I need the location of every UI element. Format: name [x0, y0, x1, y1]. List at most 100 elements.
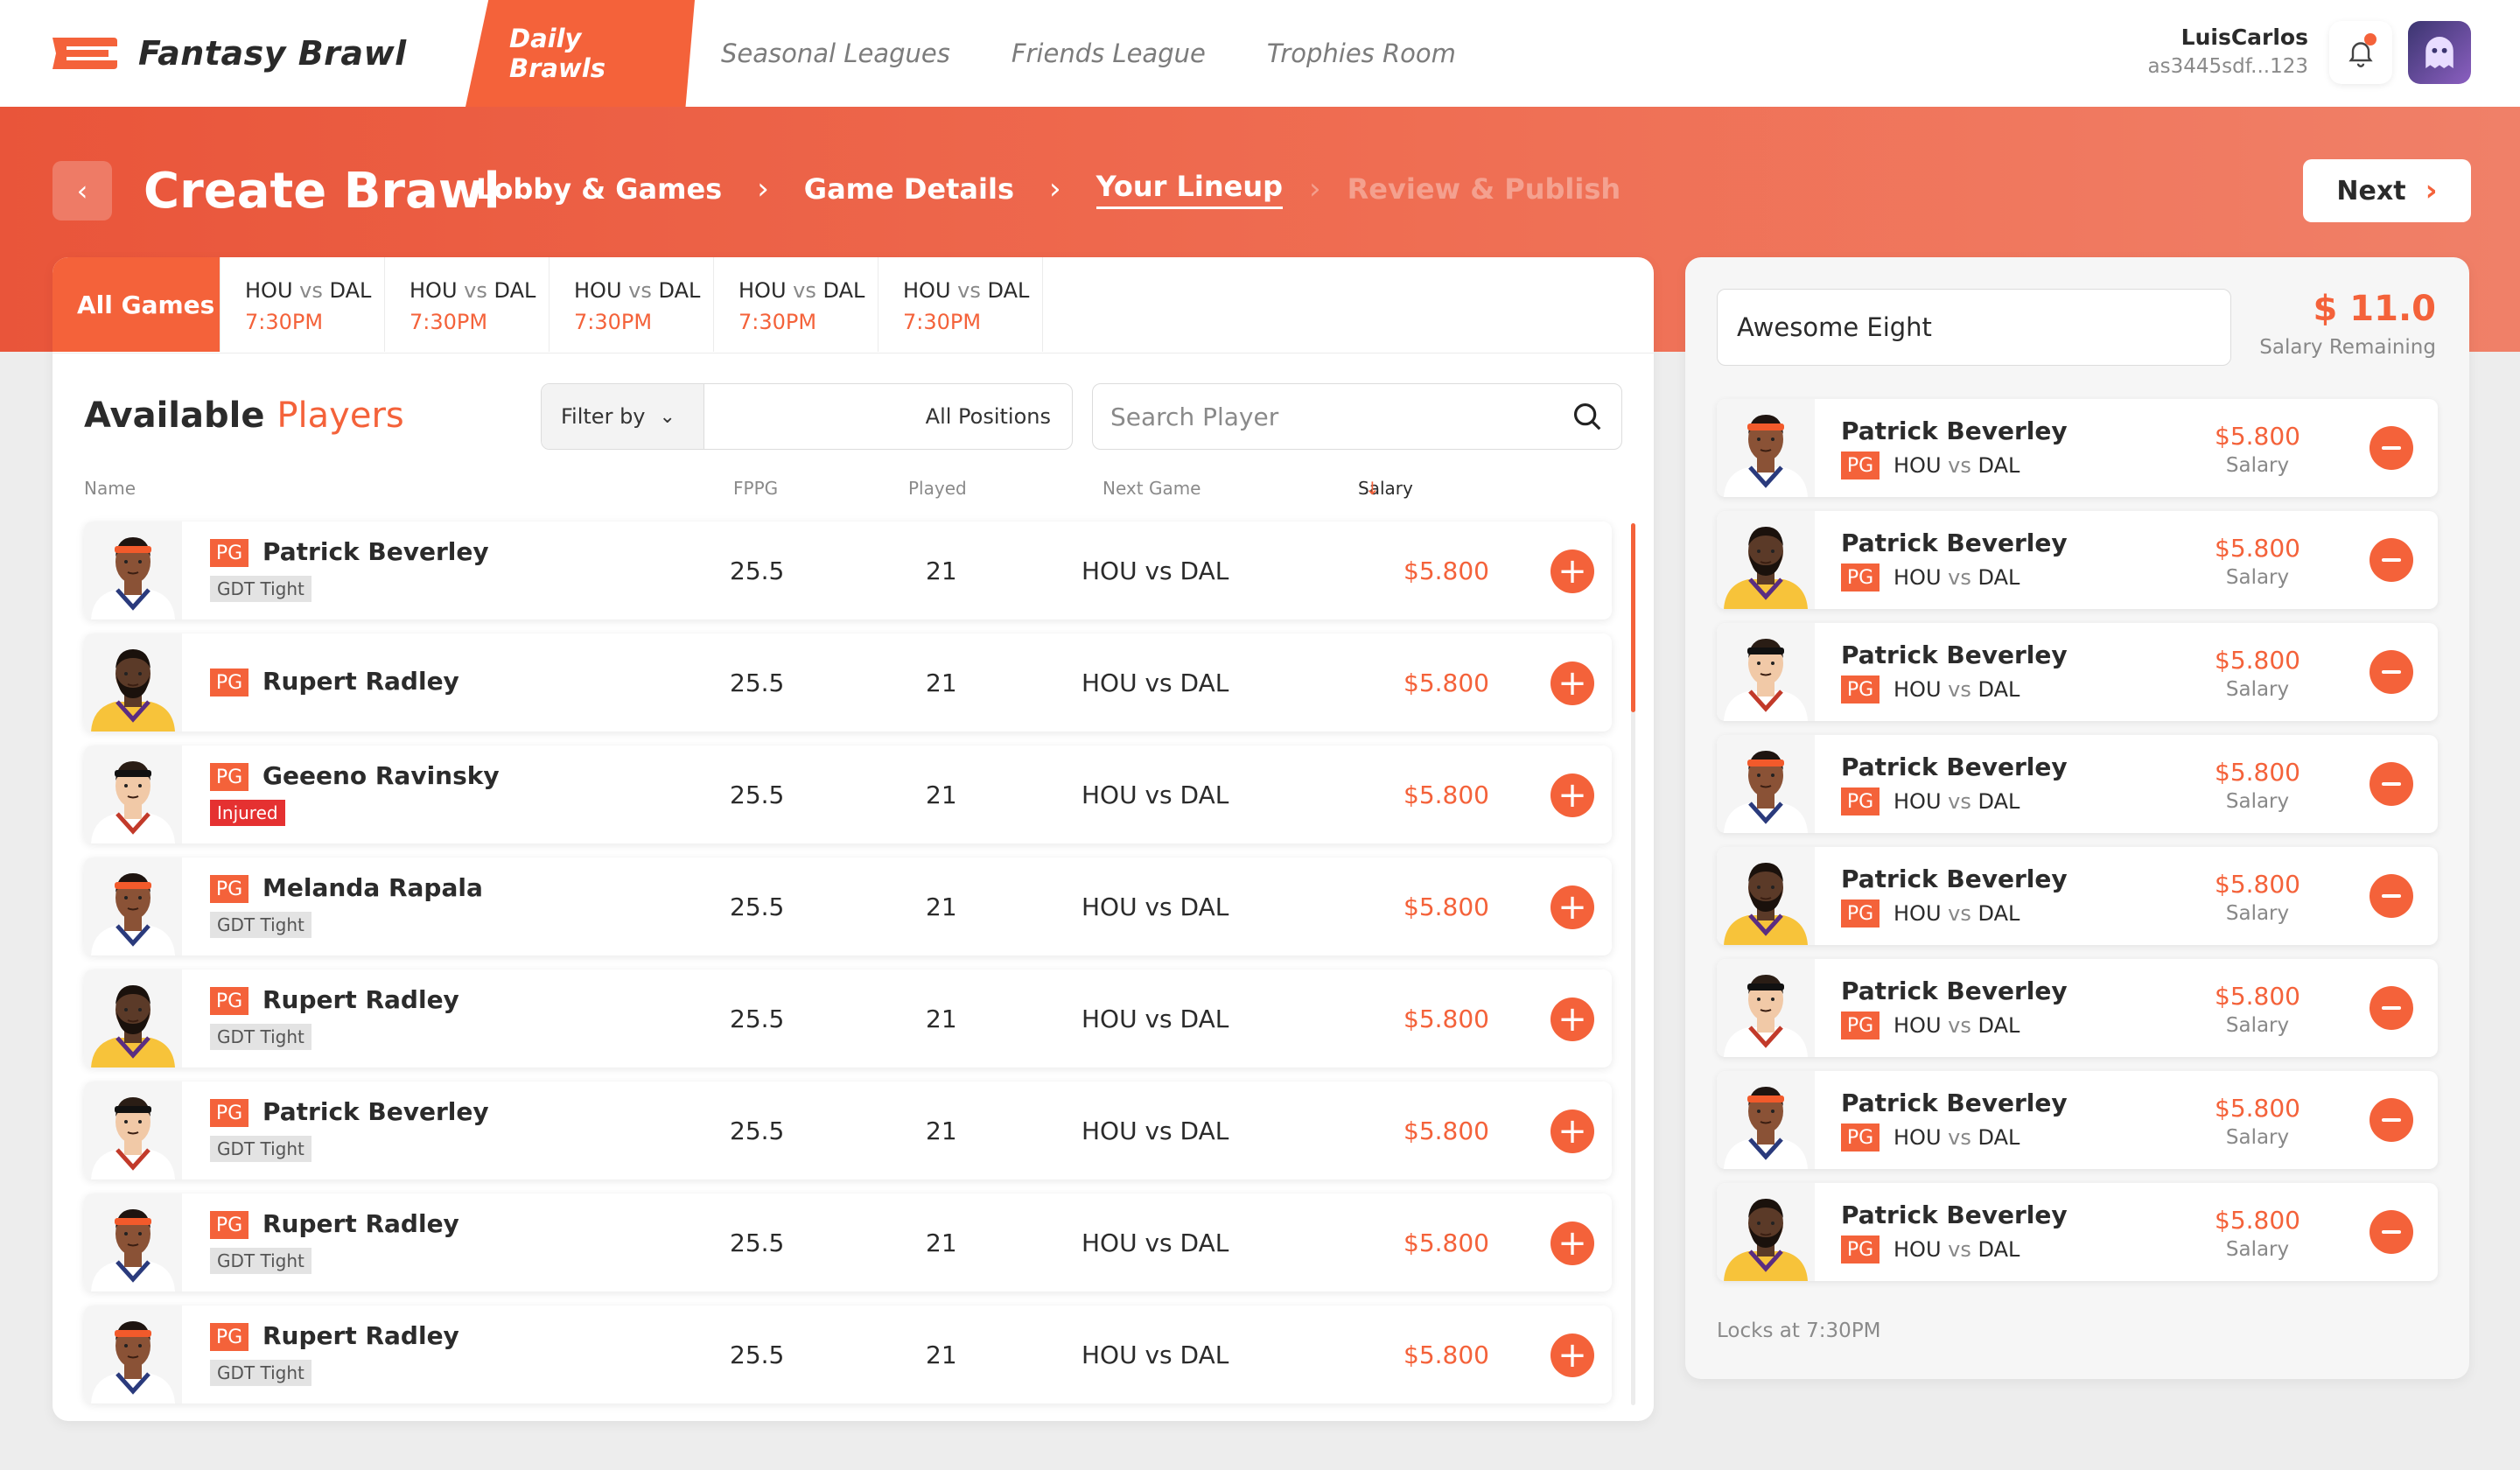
- lineup-row[interactable]: Patrick Beverley PG HOU vs DAL $5.800 Salary: [1717, 623, 2438, 721]
- add-player-button[interactable]: +: [1550, 550, 1594, 593]
- remove-player-button[interactable]: [2370, 650, 2413, 694]
- remove-player-button[interactable]: [2370, 426, 2413, 470]
- lineup-player-name[interactable]: Patrick Beverley: [1841, 640, 2068, 669]
- minus-icon: [2382, 1006, 2401, 1010]
- game-tab[interactable]: HOU vs DAL 7:30PM: [714, 257, 878, 352]
- game-tab[interactable]: HOU vs DAL 7:30PM: [878, 257, 1043, 352]
- add-player-button[interactable]: +: [1550, 1222, 1594, 1265]
- game-home: HOU: [1894, 565, 1942, 590]
- salary-remaining: $ 11.0 Salary Remaining: [2259, 289, 2436, 359]
- lineup-row[interactable]: Patrick Beverley PG HOU vs DAL $5.800 Salary: [1717, 959, 2438, 1057]
- add-player-button[interactable]: +: [1550, 1110, 1594, 1153]
- lineup-salary: $5.800 Salary: [2196, 646, 2319, 701]
- game-tab[interactable]: HOU vs DAL 7:30PM: [385, 257, 550, 352]
- lineup-row[interactable]: Patrick Beverley PG HOU vs DAL $5.800 Salary: [1717, 1071, 2438, 1169]
- section-title-highlight: Players: [276, 396, 404, 436]
- status-badge: Injured: [210, 800, 285, 826]
- lineup-player-name[interactable]: Patrick Beverley: [1841, 1088, 2068, 1117]
- step-your-lineup[interactable]: Your Lineup: [1096, 170, 1284, 209]
- player-name[interactable]: Rupert Radley: [262, 1209, 459, 1238]
- game-tab[interactable]: HOU vs DAL 7:30PM: [220, 257, 385, 352]
- player-row[interactable]: PG Patrick Beverley GDT Tight 25.5 21 HOU vs …: [84, 1082, 1612, 1180]
- game-tab-all[interactable]: All Games: [52, 257, 220, 352]
- player-row[interactable]: PG Rupert Radley 25.5 21 HOU vs DAL $5.800 +: [84, 634, 1612, 732]
- brand[interactable]: Fantasy Brawl: [47, 32, 407, 75]
- user-info[interactable]: LuisCarlos as3445sdf...123: [2148, 24, 2308, 78]
- nav-tab-seasonal-leagues[interactable]: Seasonal Leagues: [686, 0, 985, 107]
- remove-player-button[interactable]: [2370, 986, 2413, 1030]
- player-played: 21: [926, 556, 957, 585]
- add-player-button[interactable]: +: [1550, 998, 1594, 1041]
- lineup-salary-value: $5.800: [2215, 534, 2300, 563]
- step-game-details[interactable]: Game Details: [804, 172, 1014, 206]
- game-matchup: HOU vs DAL: [903, 278, 1042, 303]
- step-lobby-games[interactable]: Lobby & Games: [476, 172, 722, 206]
- game-tab[interactable]: HOU vs DAL 7:30PM: [550, 257, 714, 352]
- player-name[interactable]: Melanda Rapala: [262, 873, 483, 902]
- player-row[interactable]: PG Geeeno Ravinsky Injured 25.5 21 HOU vs DAL…: [84, 746, 1612, 844]
- player-row[interactable]: PG Rupert Radley GDT Tight 25.5 21 HOU vs DAL…: [84, 970, 1612, 1068]
- notifications-button[interactable]: [2329, 21, 2392, 84]
- player-list-scrollbar[interactable]: [1631, 523, 1635, 1405]
- scrollbar-thumb[interactable]: [1631, 523, 1635, 712]
- remove-player-button[interactable]: [2370, 538, 2413, 582]
- game-away: DAL: [494, 278, 536, 303]
- nav-tab-trophies-room[interactable]: Trophies Room: [1232, 0, 1491, 107]
- lineup-row[interactable]: Patrick Beverley PG HOU vs DAL $5.800 Salary: [1717, 511, 2438, 609]
- col-name[interactable]: Name: [84, 478, 136, 499]
- search-input[interactable]: [1110, 402, 1571, 431]
- player-name[interactable]: Patrick Beverley: [262, 537, 489, 566]
- position-filter[interactable]: Filter by ⌄ All Positions: [541, 383, 1073, 450]
- player-photo: [84, 1082, 182, 1180]
- lineup-row[interactable]: Patrick Beverley PG HOU vs DAL $5.800 Salary: [1717, 847, 2438, 945]
- player-fppg: 25.5: [730, 1340, 785, 1369]
- remove-player-button[interactable]: [2370, 1210, 2413, 1254]
- status-badge: GDT Tight: [210, 1360, 312, 1386]
- next-button[interactable]: Next ›: [2303, 159, 2471, 222]
- lineup-player-name[interactable]: Patrick Beverley: [1841, 416, 2068, 445]
- remove-player-button[interactable]: [2370, 762, 2413, 806]
- remove-player-button[interactable]: [2370, 1098, 2413, 1142]
- add-player-button[interactable]: +: [1550, 662, 1594, 705]
- lineup-row[interactable]: Patrick Beverley PG HOU vs DAL $5.800 Salary: [1717, 1183, 2438, 1281]
- remove-player-button[interactable]: [2370, 874, 2413, 918]
- lineup-player-name[interactable]: Patrick Beverley: [1841, 976, 2068, 1005]
- lineup-row[interactable]: Patrick Beverley PG HOU vs DAL $5.800 Salary: [1717, 735, 2438, 833]
- lineup-player-name[interactable]: Patrick Beverley: [1841, 528, 2068, 557]
- lineup-salary-value: $5.800: [2215, 1206, 2300, 1235]
- add-player-button[interactable]: +: [1550, 886, 1594, 929]
- lineup-player-name[interactable]: Patrick Beverley: [1841, 1200, 2068, 1229]
- col-next-game[interactable]: Next Game: [1102, 478, 1201, 499]
- player-row[interactable]: PG Rupert Radley GDT Tight 25.5 21 HOU vs DAL…: [84, 1306, 1612, 1404]
- player-row[interactable]: PG Rupert Radley GDT Tight 25.5 21 HOU vs DAL…: [84, 1194, 1612, 1292]
- lineup-salary-value: $5.800: [2215, 646, 2300, 675]
- lineup-game: HOU vs DAL: [1894, 789, 2020, 814]
- player-name[interactable]: Geeeno Ravinsky: [262, 761, 500, 790]
- lineup-player-name[interactable]: Patrick Beverley: [1841, 864, 2068, 893]
- game-away: DAL: [329, 278, 372, 303]
- locks-at-text: Locks at 7:30PM: [1717, 1320, 1881, 1342]
- player-name[interactable]: Rupert Radley: [262, 667, 459, 696]
- player-name[interactable]: Rupert Radley: [262, 985, 459, 1014]
- player-row[interactable]: PG Melanda Rapala GDT Tight 25.5 21 HOU vs DA…: [84, 858, 1612, 956]
- game-vs: vs: [1948, 901, 1971, 926]
- player-name[interactable]: Patrick Beverley: [262, 1097, 489, 1126]
- player-row[interactable]: PG Patrick Beverley GDT Tight 25.5 21 HOU vs …: [84, 522, 1612, 620]
- search-player-box[interactable]: [1092, 383, 1622, 450]
- search-icon[interactable]: [1571, 400, 1604, 433]
- col-played[interactable]: Played: [908, 478, 967, 499]
- col-fppg[interactable]: FPPG: [733, 478, 778, 499]
- player-salary: $5.800: [1404, 1340, 1489, 1369]
- add-player-button[interactable]: +: [1550, 774, 1594, 817]
- filter-by-dropdown[interactable]: Filter by ⌄: [542, 384, 704, 449]
- nav-tab-daily-brawls[interactable]: Daily Brawls: [466, 0, 695, 107]
- lineup-player-name[interactable]: Patrick Beverley: [1841, 752, 2068, 781]
- player-name[interactable]: Rupert Radley: [262, 1321, 459, 1350]
- back-button[interactable]: ‹: [52, 161, 112, 220]
- add-player-button[interactable]: +: [1550, 1334, 1594, 1377]
- lineup-row[interactable]: Patrick Beverley PG HOU vs DAL $5.800 Salary: [1717, 399, 2438, 497]
- team-name-input[interactable]: [1717, 289, 2231, 366]
- game-matchup: HOU vs DAL: [574, 278, 713, 303]
- user-avatar[interactable]: [2408, 21, 2471, 84]
- nav-tab-friends-league[interactable]: Friends League: [976, 0, 1241, 107]
